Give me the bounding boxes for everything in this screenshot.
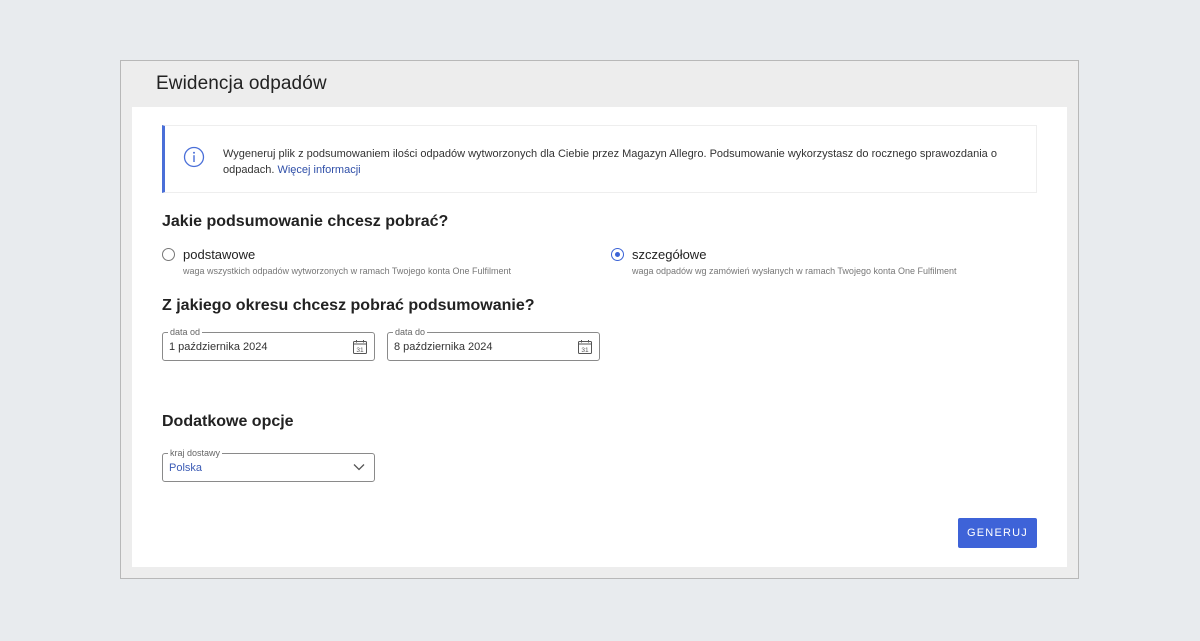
delivery-country-select[interactable]: kraj dostawy Polska [162,447,375,482]
date-to-value[interactable]: 8 października 2024 [394,341,492,353]
info-notice: Wygeneruj plik z podsumowaniem ilości od… [162,125,1037,193]
radio-basic[interactable]: podstawowe waga wszystkich odpadów wytwo… [162,247,511,276]
chevron-down-icon[interactable] [353,463,365,471]
calendar-day-number: 31 [356,347,364,354]
waste-records-panel: Ewidencja odpadów Wygeneruj plik z podsu… [120,60,1079,579]
radio-detailed-description: waga odpadów wg zamówień wysłanych w ram… [632,266,957,276]
summary-type-heading: Jakie podsumowanie chcesz pobrać? [162,213,449,230]
calendar-icon[interactable]: 31 [577,339,593,355]
date-to-label: data do [393,326,428,338]
date-from-value[interactable]: 1 października 2024 [169,341,267,353]
info-icon [183,146,205,168]
date-from-field[interactable]: data od 1 października 2024 31 [162,326,375,361]
extra-options-heading: Dodatkowe opcje [162,413,294,430]
delivery-country-label: kraj dostawy [168,447,223,459]
radio-detailed-label: szczegółowe [632,247,707,262]
calendar-day-number: 31 [581,347,589,354]
info-text-block: Wygeneruj plik z podsumowaniem ilości od… [223,146,1023,178]
calendar-icon[interactable]: 31 [352,339,368,355]
period-heading: Z jakiego okresu chcesz pobrać podsumowa… [162,297,535,314]
date-from-label: data od [168,326,203,338]
delivery-country-value[interactable]: Polska [169,462,202,474]
date-to-field[interactable]: data do 8 października 2024 31 [387,326,600,361]
radio-basic-label: podstawowe [183,247,256,262]
radio-detailed[interactable]: szczegółowe waga odpadów wg zamówień wys… [611,247,957,276]
content-card: Wygeneruj plik z podsumowaniem ilości od… [132,107,1067,567]
generate-button[interactable]: GENERUJ [958,518,1037,548]
radio-basic-circle[interactable] [162,248,175,261]
radio-basic-description: waga wszystkich odpadów wytworzonych w r… [183,266,511,276]
more-info-link[interactable]: Więcej informacji [277,164,360,176]
page-title: Ewidencja odpadów [156,73,327,94]
radio-detailed-circle[interactable] [611,248,624,261]
